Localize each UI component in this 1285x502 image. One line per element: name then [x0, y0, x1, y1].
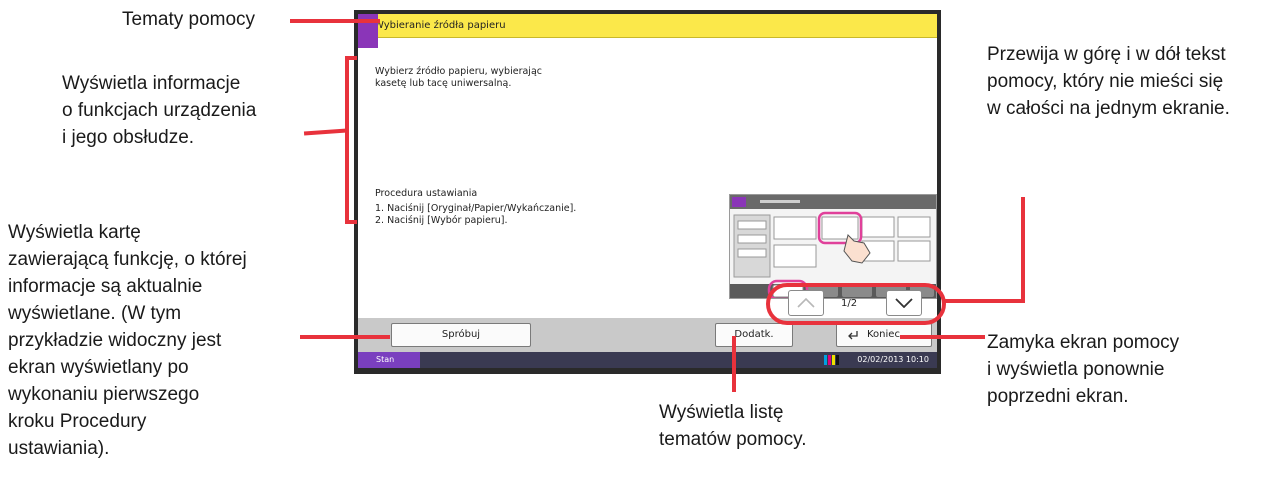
callout-topics-list: Wyświetla listę tematów pomocy.: [659, 402, 807, 450]
callout-line-topics-list: [732, 336, 736, 392]
status-bar: Stan 02/02/2013 10:10: [358, 352, 937, 368]
procedure-steps: 1. Naciśnij [Oryginał/Papier/Wykańczanie…: [375, 203, 577, 226]
try-button[interactable]: Spróbuj: [391, 323, 531, 347]
callout-line-help-topics: [290, 19, 380, 23]
procedure-heading: Procedura ustawiania: [375, 188, 478, 199]
callout-line-tab-card: [300, 335, 390, 339]
callout-tab-card: Wyświetla kartę zawierającą funkcję, o k…: [8, 222, 247, 459]
status-label: Stan: [376, 355, 395, 364]
help-title: Wybieranie źródła papieru: [374, 20, 506, 31]
callout-line-scroll-h: [944, 299, 1025, 303]
status-button[interactable]: Stan: [358, 352, 420, 368]
more-help-button[interactable]: Dodatk. pomoc: [715, 323, 793, 362]
highlight-help-text: [345, 56, 357, 224]
toner-level-icon: [824, 355, 839, 365]
close-button-label: Koniec: [867, 329, 900, 340]
callout-line-scroll-v: [1021, 197, 1025, 303]
callout-line-close: [900, 335, 985, 339]
callout-scroll: Przewija w górę i w dół tekst pomocy, kt…: [987, 44, 1230, 119]
callout-close: Zamyka ekran pomocy i wyświetla ponownie…: [987, 332, 1180, 407]
help-description: Wybierz źródło papieru, wybierając kaset…: [375, 66, 542, 89]
callout-help-topics: Tematy pomocy: [122, 9, 256, 30]
status-datetime: 02/02/2013 10:10: [857, 355, 929, 364]
callout-info: Wyświetla informacje o funkcjach urządze…: [62, 73, 257, 148]
return-arrow-icon: [848, 331, 858, 340]
highlight-scroll-buttons: [766, 283, 946, 325]
help-title-bar: Wybieranie źródła papieru: [358, 14, 937, 38]
callout-line-info: [303, 128, 348, 136]
